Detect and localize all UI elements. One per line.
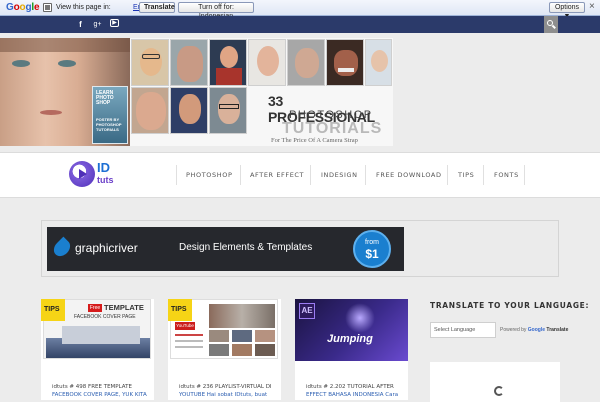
graphicriver-ad[interactable]: graphicriver Design Elements & Templates… <box>47 227 404 271</box>
close-icon[interactable]: × <box>589 1 595 12</box>
options-button[interactable]: Options ▼ <box>549 2 585 20</box>
googleplus-icon[interactable]: g+ <box>92 19 103 30</box>
thumb-fatman <box>131 87 169 134</box>
translate-button[interactable]: Translate <box>139 2 175 13</box>
tips-tag[interactable]: TIPS <box>168 299 192 321</box>
translate-message: View this page in: <box>56 4 111 11</box>
jumping-text: Jumping <box>327 333 373 345</box>
search-button[interactable] <box>544 16 558 33</box>
thumb-creature <box>170 39 208 86</box>
banner-line-4: For The Price Of A Camera Strap <box>271 137 358 144</box>
thumb-girl <box>365 39 392 86</box>
ad-tagline: Design Elements & Templates <box>179 242 313 253</box>
post-card-1[interactable]: Free TEMPLATE FACEBOOK COVER PAGE TIPS i… <box>41 299 154 400</box>
free-badge: Free <box>88 304 102 312</box>
post-card-2[interactable]: YouTube TIPS idtuts # 236 PLAYLIST-VIRTU… <box>168 299 281 400</box>
translate-icon <box>43 3 52 12</box>
thumb-oldman <box>287 39 325 86</box>
thumb-title: TEMPLATE <box>104 303 144 312</box>
banner-line-3: TUTORIALS <box>282 120 383 137</box>
loading-spinner-icon <box>494 386 504 396</box>
thumb-face <box>248 39 286 86</box>
thumb-monster <box>326 39 364 86</box>
logo-play-icon[interactable] <box>69 161 95 187</box>
sidebar-widget <box>430 362 560 402</box>
post-excerpt-1[interactable]: idtuts # 498 FREE TEMPLATE FACEBOOK COVE… <box>52 383 154 399</box>
promo-banner[interactable]: LEARN PHOTO SHOP POSTER BY PHOTOSHOP TUT… <box>0 38 393 146</box>
turn-off-button[interactable]: Turn off for: Indonesian <box>178 2 254 20</box>
youtube-logo: YouTube <box>175 322 195 330</box>
graphicriver-leaf-icon <box>50 236 74 260</box>
post-card-3[interactable]: AE Jumping idtuts # 2.202 TUTORIAL AFTER… <box>295 299 408 400</box>
post-excerpt-2[interactable]: idtuts # 236 PLAYLIST-VIRTUAL DI YOUTUBE… <box>179 383 281 399</box>
nav-free-download[interactable]: FREE DOWNLOAD <box>376 166 442 184</box>
youtube-icon[interactable]: ▶ <box>110 19 119 27</box>
sidebar-title: TRANSLATE TO YOUR LANGUAGE: <box>430 301 590 310</box>
after-effects-icon: AE <box>299 303 315 319</box>
tips-tag[interactable]: TIPS <box>41 299 65 321</box>
ad-brand: graphicriver <box>75 241 138 255</box>
language-select[interactable]: Select Language <box>430 322 496 338</box>
thumb-subtitle: FACEBOOK COVER PAGE <box>74 314 136 320</box>
facebook-icon[interactable]: f <box>75 19 86 30</box>
nav-indesign[interactable]: INDESIGN <box>321 166 358 184</box>
ad-price-badge: from $1 <box>353 230 391 268</box>
nav-photoshop[interactable]: PHOTOSHOP <box>186 166 232 184</box>
nav-fonts[interactable]: FONTS <box>494 166 519 184</box>
logo-text-id[interactable]: ID <box>97 161 110 174</box>
book-cover-image: LEARN PHOTO SHOP POSTER BY PHOTOSHOP TUT… <box>92 86 128 144</box>
nav-after-effect[interactable]: AFTER EFFECT <box>250 166 304 184</box>
nav-tips[interactable]: TIPS <box>458 166 474 184</box>
translate-bar: Google View this page in: English ▾ Tran… <box>0 0 600 20</box>
thumb-caricature <box>131 39 169 86</box>
post-thumb-3: AE Jumping <box>295 299 408 361</box>
google-wordmark[interactable]: Google <box>528 327 545 333</box>
social-bar <box>0 16 600 33</box>
thumb-man-glasses <box>209 87 247 134</box>
google-logo: Google <box>6 2 40 13</box>
logo-text-tuts[interactable]: tuts <box>97 175 114 185</box>
thumb-shout <box>170 87 208 134</box>
post-excerpt-3[interactable]: idtuts # 2.202 TUTORIAL AFTER EFFECT BAH… <box>306 383 408 399</box>
powered-by: Powered by Google Translate <box>500 327 569 333</box>
thumb-woman <box>209 39 247 86</box>
